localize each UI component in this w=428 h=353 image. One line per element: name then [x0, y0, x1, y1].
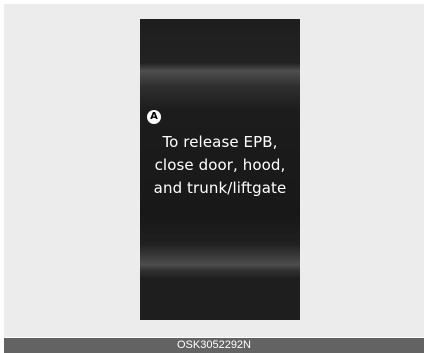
callout-marker-a: A: [147, 110, 161, 124]
message-line-3: and trunk/liftgate: [153, 179, 287, 197]
message-line-1: To release EPB,: [162, 133, 278, 151]
figure-code-bar: OSK3052292N: [4, 338, 424, 353]
epb-warning-message: To release EPB, close door, hood, and tr…: [140, 131, 300, 200]
message-line-2: close door, hood,: [154, 156, 286, 174]
